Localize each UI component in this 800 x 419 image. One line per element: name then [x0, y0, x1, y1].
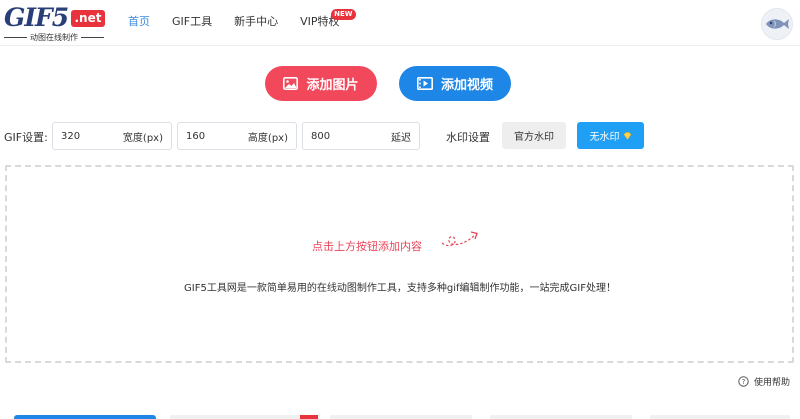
height-unit: 高度(px)	[247, 132, 288, 144]
logo-wordmark: GIF5	[4, 3, 69, 32]
new-badge: NEW	[331, 9, 356, 20]
bottom-tab-badge	[300, 415, 318, 419]
nav-item-beginner-center[interactable]: 新手中心	[234, 0, 278, 46]
logo-badge: .net	[71, 10, 105, 27]
watermark-settings-label: 水印设置	[446, 131, 490, 144]
divider	[4, 37, 27, 38]
bottom-tab-active	[14, 415, 156, 419]
delay-field[interactable]: 800 延迟	[302, 122, 420, 150]
bottom-tab	[650, 415, 790, 419]
nav-item-gif-tools[interactable]: GIF工具	[172, 0, 212, 46]
top-header: GIF5 .net 动图在线制作 首页 GIF工具 新手中心 VIP特权 NEW	[0, 0, 800, 46]
help-label: 使用帮助	[754, 378, 791, 388]
add-image-label: 添加图片	[306, 78, 359, 93]
delay-value: 800	[311, 130, 331, 142]
add-image-button[interactable]: 添加图片	[265, 66, 377, 101]
divider	[81, 37, 104, 38]
official-watermark-button[interactable]: 官方水印	[502, 122, 566, 149]
nav-item-home[interactable]: 首页	[128, 0, 150, 46]
bottom-tab	[490, 415, 632, 419]
gif-settings-label: GIF设置:	[4, 131, 48, 144]
bottom-toolbar-partial	[0, 412, 800, 419]
site-logo[interactable]: GIF5 .net 动图在线制作	[4, 4, 108, 44]
height-value: 160	[186, 130, 206, 142]
no-watermark-label: 无水印	[589, 132, 620, 143]
upload-dropzone[interactable]	[5, 165, 794, 363]
dropzone-description: GIF5工具网是一款简单易用的在线动图制作工具，支持多种gif编辑制作功能，一站…	[184, 283, 616, 294]
svg-text:?: ?	[742, 378, 746, 386]
fish-avatar-icon	[766, 19, 789, 29]
no-watermark-button[interactable]: 无水印	[577, 122, 644, 149]
logo-subtitle: 动图在线制作	[4, 32, 104, 43]
bottom-tab	[170, 415, 320, 419]
bottom-tab	[330, 415, 472, 419]
main-nav: 首页 GIF工具 新手中心 VIP特权 NEW	[128, 0, 362, 46]
video-icon	[416, 77, 433, 90]
width-field[interactable]: 320 宽度(px)	[52, 122, 172, 150]
width-value: 320	[61, 130, 81, 142]
delay-unit: 延迟	[391, 132, 411, 144]
add-video-button[interactable]: 添加视频	[399, 66, 511, 101]
user-avatar[interactable]	[761, 8, 793, 40]
curly-arrow-icon	[441, 231, 478, 247]
logo-subtitle-text: 动图在线制作	[30, 33, 78, 42]
question-circle-icon: ?	[738, 376, 749, 387]
diamond-icon	[623, 131, 631, 140]
nav-item-vip[interactable]: VIP特权 NEW	[300, 0, 356, 46]
help-link[interactable]: ? 使用帮助	[738, 375, 790, 388]
image-icon	[283, 77, 299, 90]
height-field[interactable]: 160 高度(px)	[177, 122, 297, 150]
width-unit: 宽度(px)	[122, 132, 163, 144]
add-video-label: 添加视频	[440, 78, 493, 93]
dropzone-hint: 点击上方按钮添加内容	[312, 240, 422, 253]
